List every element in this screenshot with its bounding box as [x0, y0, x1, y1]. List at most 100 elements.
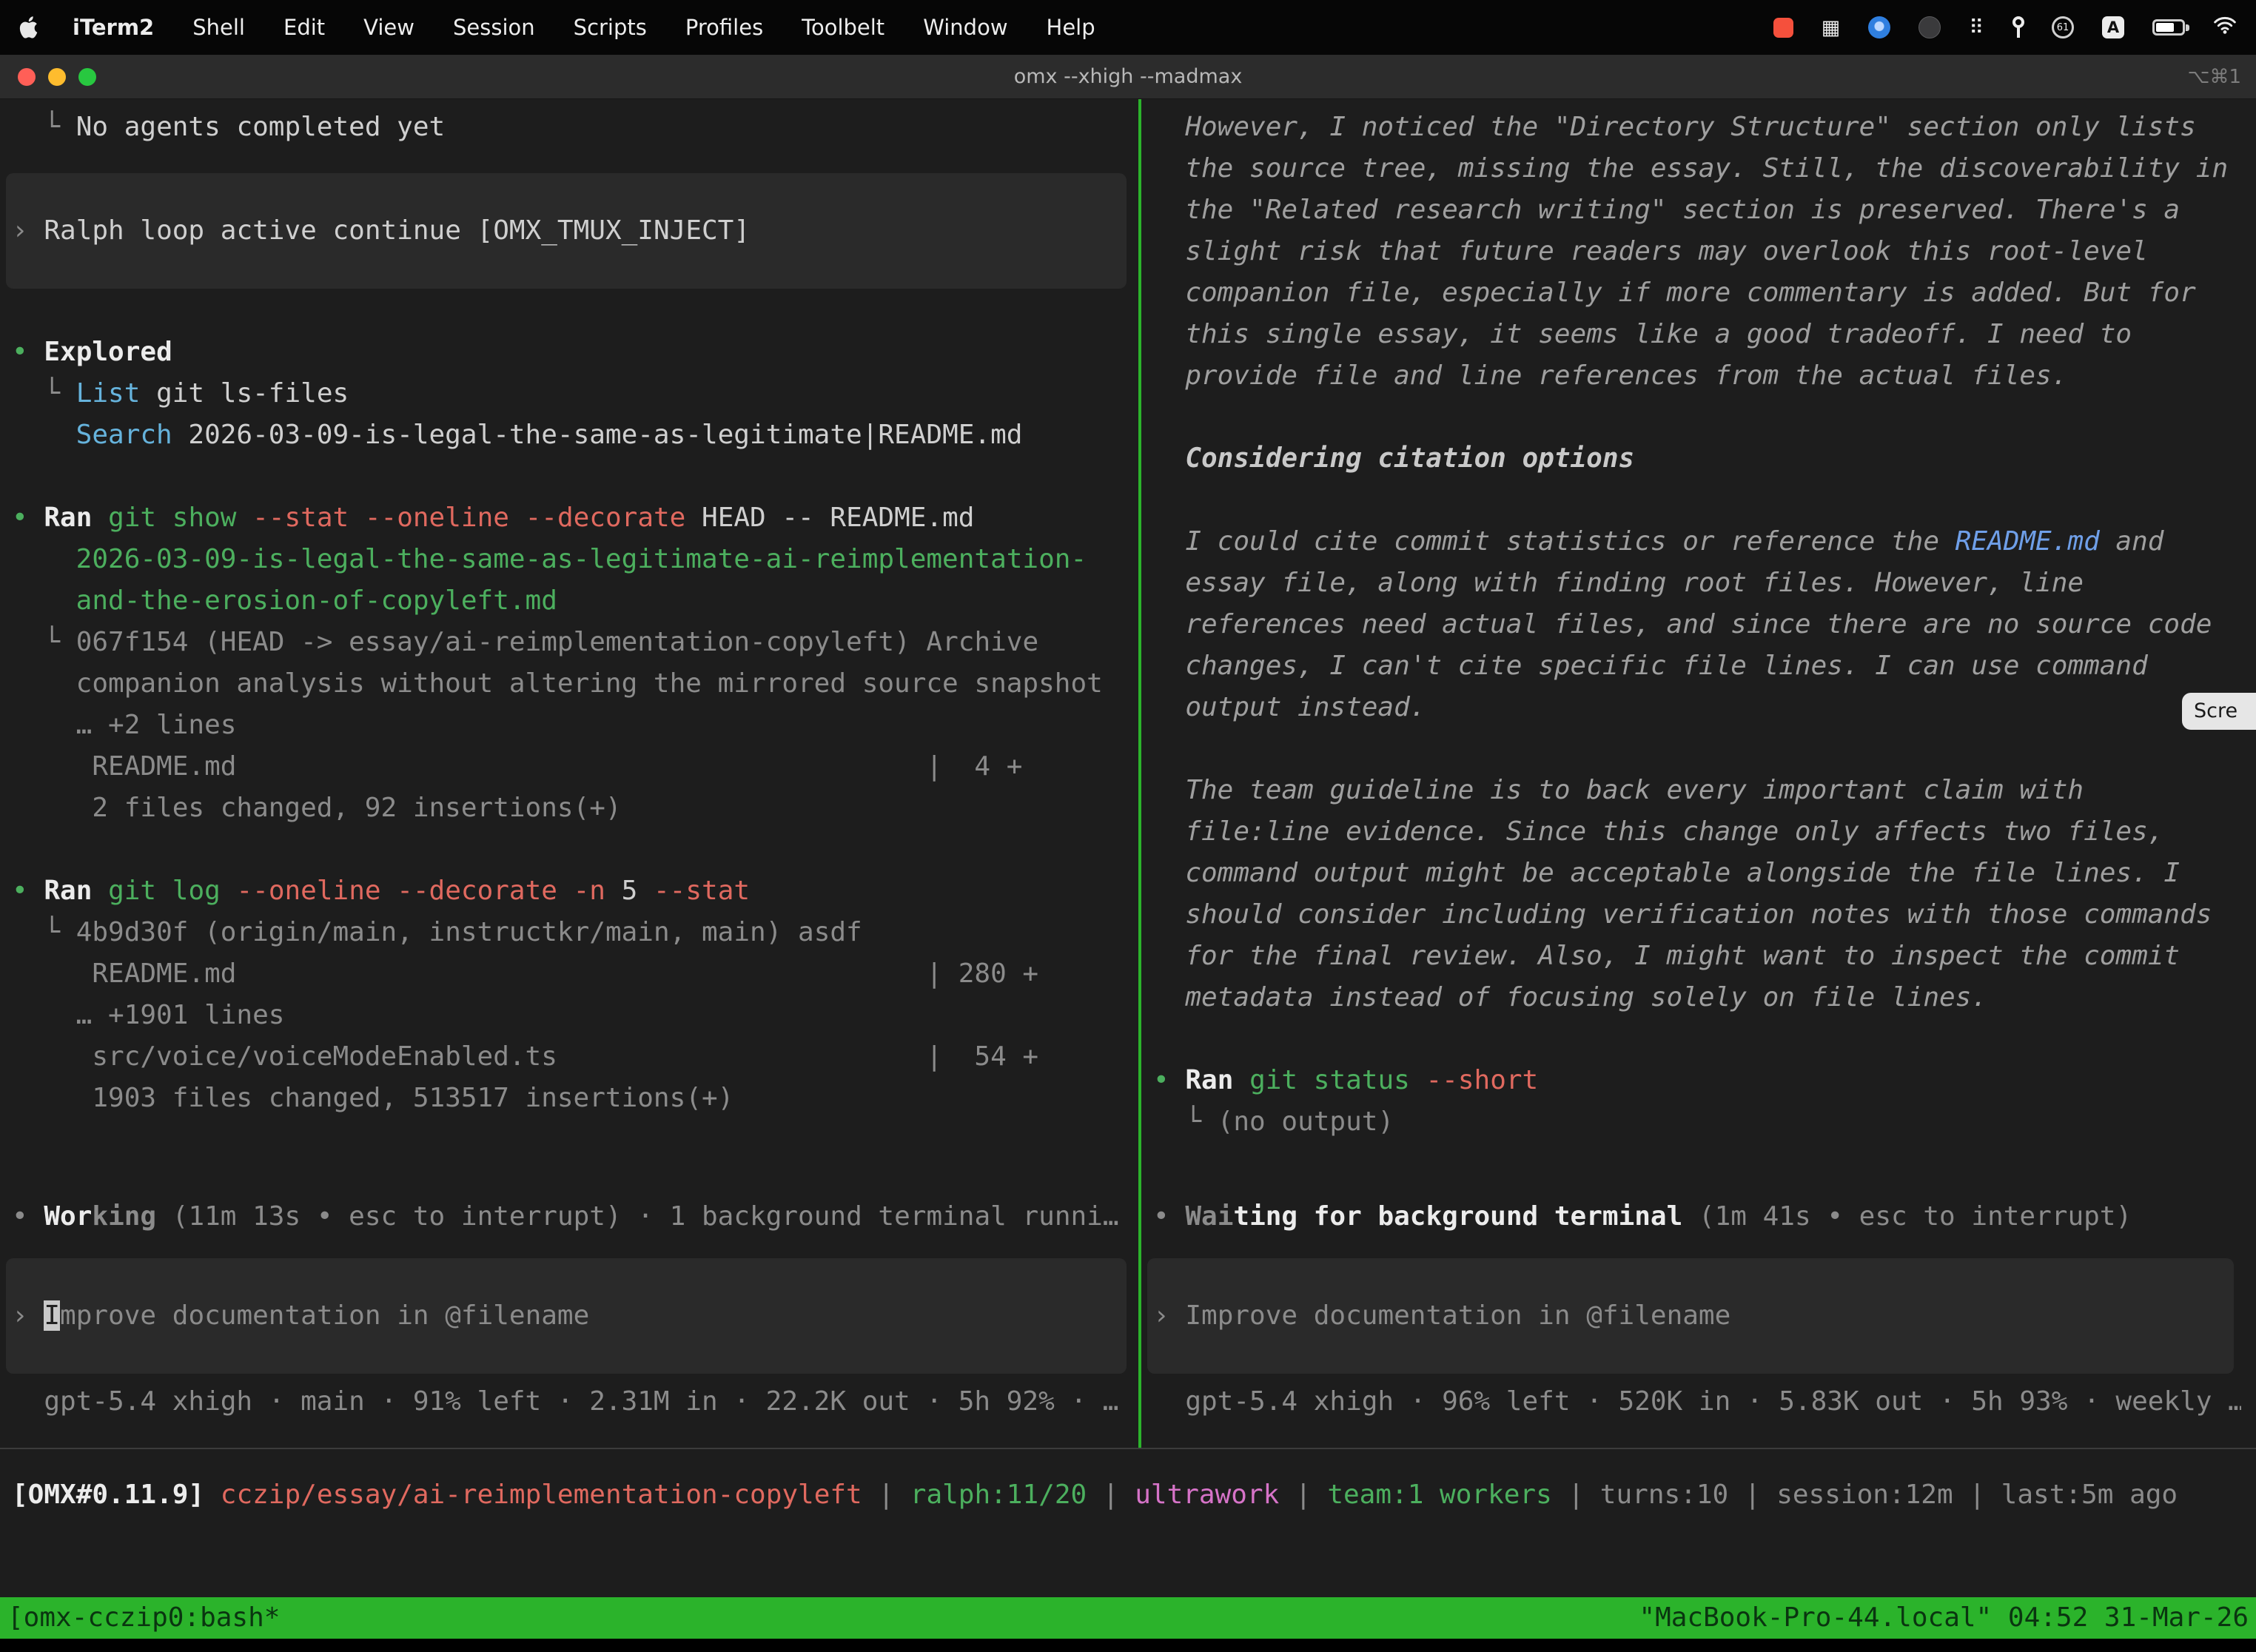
text-segment: •	[12, 337, 44, 367]
bottom-fill	[0, 1639, 2256, 1652]
text-segment: ›	[1153, 1300, 1185, 1331]
text-segment: Explored	[44, 337, 172, 367]
terminal-line	[12, 829, 1134, 870]
apple-menu-icon[interactable]	[19, 16, 38, 38]
text-segment: --stat	[637, 876, 750, 906]
menu-window[interactable]: Window	[923, 15, 1007, 40]
text-segment: git log	[108, 876, 221, 906]
text-segment: 4b9d30f (origin/main, instructkr/main, m…	[76, 917, 862, 947]
tmux-host-time: "MacBook-Pro-44.local" 04:52 31-Mar-26	[1639, 1597, 2249, 1639]
zoom-button[interactable]	[78, 68, 96, 86]
menu-scripts[interactable]: Scripts	[574, 15, 647, 40]
text-segment: •	[1153, 1201, 1185, 1232]
text-segment: ›	[12, 215, 44, 246]
notice-band: › Ralph loop active continue [OMX_TMUX_I…	[6, 173, 1127, 289]
text-segment: However, I noticed the "Directory Struct…	[1185, 112, 2241, 391]
terminal-line: • Waiting for background terminal (1m 41…	[1153, 1196, 2241, 1238]
hotkey-indicator: ⌥⌘1	[2187, 66, 2241, 88]
blue-app-icon[interactable]	[1868, 16, 1890, 38]
terminal-line: • Ran git show --stat --oneline --decora…	[12, 497, 1134, 539]
window-grid-icon[interactable]: ▦	[1822, 16, 1841, 39]
text-segment: |	[1087, 1480, 1135, 1510]
text-segment: --oneline --decorate -n	[221, 876, 605, 906]
dots-grid-icon[interactable]: ⠿	[1969, 16, 1984, 39]
terminal-line	[1153, 728, 2241, 770]
text-segment: └	[44, 112, 75, 142]
text-segment: •	[12, 503, 44, 533]
menu-view[interactable]: View	[363, 15, 414, 40]
text-segment: └	[1185, 1107, 1217, 1137]
text-segment: last:5m ago	[2001, 1480, 2178, 1510]
text-segment: 2026-03-09-is-legal-the-same-as-legitima…	[172, 420, 1023, 450]
terminal-line: README.md | 4 +	[12, 746, 1134, 788]
terminal-line: README.md | 280 +	[12, 953, 1134, 995]
terminal-line: └ (no output)	[1153, 1101, 2241, 1143]
text-segment: git status	[1249, 1065, 1410, 1095]
text-segment: team:1 workers	[1327, 1480, 1551, 1510]
text-segment: 067f154 (HEAD -> essay/ai-reimplementati…	[76, 627, 1103, 699]
right-pane-bottom: • Waiting for background terminal (1m 41…	[1153, 1196, 2241, 1448]
text-segment: (no output)	[1218, 1107, 1394, 1137]
terminal-line	[1153, 480, 2241, 521]
text-segment: ›	[12, 1300, 44, 1331]
terminal-line	[1153, 1018, 2241, 1060]
menu-bar: iTerm2 Shell Edit View Session Scripts P…	[0, 0, 2256, 55]
text-segment: |	[1279, 1480, 1327, 1510]
menu-edit[interactable]: Edit	[283, 15, 325, 40]
terminal-line	[1153, 397, 2241, 438]
terminal-line: Considering citation options	[1153, 438, 2241, 480]
tmux-session-info: [omx-cczip0:bash*	[7, 1597, 280, 1639]
terminal-line: └ List git ls-files	[12, 373, 1134, 414]
prompt-input[interactable]: › Improve documentation in @filename	[1147, 1258, 2234, 1374]
percentage-gauge-icon[interactable]: 61	[2052, 16, 2074, 38]
terminal-line	[12, 456, 1134, 497]
menu-profiles[interactable]: Profiles	[685, 15, 763, 40]
left-pane[interactable]: └ No agents completed yet › Ralph loop ac…	[0, 99, 1138, 1448]
text-segment: king	[92, 1201, 156, 1232]
text-segment: Search	[76, 420, 172, 450]
terminal-line: The team guideline is to back every impo…	[1153, 770, 2241, 1018]
menu-session[interactable]: Session	[453, 15, 535, 40]
text-segment	[204, 1480, 221, 1510]
text-segment: [OMX#0.11.9]	[12, 1480, 204, 1510]
text-segment: Wor	[44, 1201, 92, 1232]
text-segment: HEAD -- README.md	[685, 503, 974, 533]
text-segment: turns:10	[1600, 1480, 1728, 1510]
password-key-icon[interactable]	[2012, 16, 2024, 39]
menu-iterm2[interactable]: iTerm2	[73, 15, 154, 40]
menu-help[interactable]: Help	[1047, 15, 1095, 40]
terminal-line: └ 4b9d30f (origin/main, instructkr/main,…	[12, 912, 1134, 953]
text-segment: README.md | 280 +	[76, 958, 1038, 989]
text-segment: └	[44, 378, 75, 409]
dark-app-icon[interactable]	[1918, 16, 1941, 38]
window-title: omx --xhigh --madmax	[0, 65, 2256, 88]
menu-toolbelt[interactable]: Toolbelt	[802, 15, 884, 40]
battery-icon[interactable]	[2152, 19, 2185, 36]
text-segment: cczip/essay/ai-reimplementation-copyleft	[221, 1480, 862, 1510]
input-source-icon[interactable]: A	[2102, 16, 2124, 38]
text-segment	[1233, 1065, 1249, 1095]
text-segment	[92, 503, 108, 533]
title-bar: omx --xhigh --madmax ⌥⌘1	[0, 55, 2256, 99]
screen-recording-stop-icon[interactable]	[1773, 18, 1793, 38]
right-pane[interactable]: However, I noticed the "Directory Struct…	[1141, 99, 2256, 1448]
prompt-input[interactable]: › Improve documentation in @filename	[6, 1258, 1127, 1374]
terminal-line: • Explored	[12, 332, 1134, 373]
terminal-line: [OMX#0.11.9] cczip/essay/ai-reimplementa…	[12, 1474, 2256, 1516]
screen-share-tooltip[interactable]: Scre	[2182, 693, 2256, 730]
text-segment: Ran	[44, 876, 92, 906]
text-segment: (11m 13s • esc to interrupt) · 1 backgro…	[156, 1201, 1118, 1232]
text-segment: gpt-5.4 xhigh · 96% left · 520K in · 5.8…	[1185, 1386, 2241, 1417]
omx-status-bar: [OMX#0.11.9] cczip/essay/ai-reimplementa…	[0, 1448, 2256, 1597]
terminal: └ No agents completed yet › Ralph loop ac…	[0, 99, 2256, 1448]
close-button[interactable]	[18, 68, 36, 86]
terminal-line: gpt-5.4 xhigh · main · 91% left · 2.31M …	[12, 1381, 1134, 1423]
menu-shell[interactable]: Shell	[192, 15, 245, 40]
wifi-icon[interactable]	[2213, 15, 2237, 40]
text-segment: 1903 files changed, 513517 insertions(+)	[76, 1083, 734, 1113]
minimize-button[interactable]	[48, 68, 66, 86]
terminal-line: └ No agents completed yet	[12, 107, 1134, 148]
text-segment: ralph:11/20	[910, 1480, 1087, 1510]
text-segment: src/voice/voiceModeEnabled.ts | 54 +	[76, 1041, 1038, 1072]
terminal-line: Search 2026-03-09-is-legal-the-same-as-l…	[12, 414, 1134, 456]
